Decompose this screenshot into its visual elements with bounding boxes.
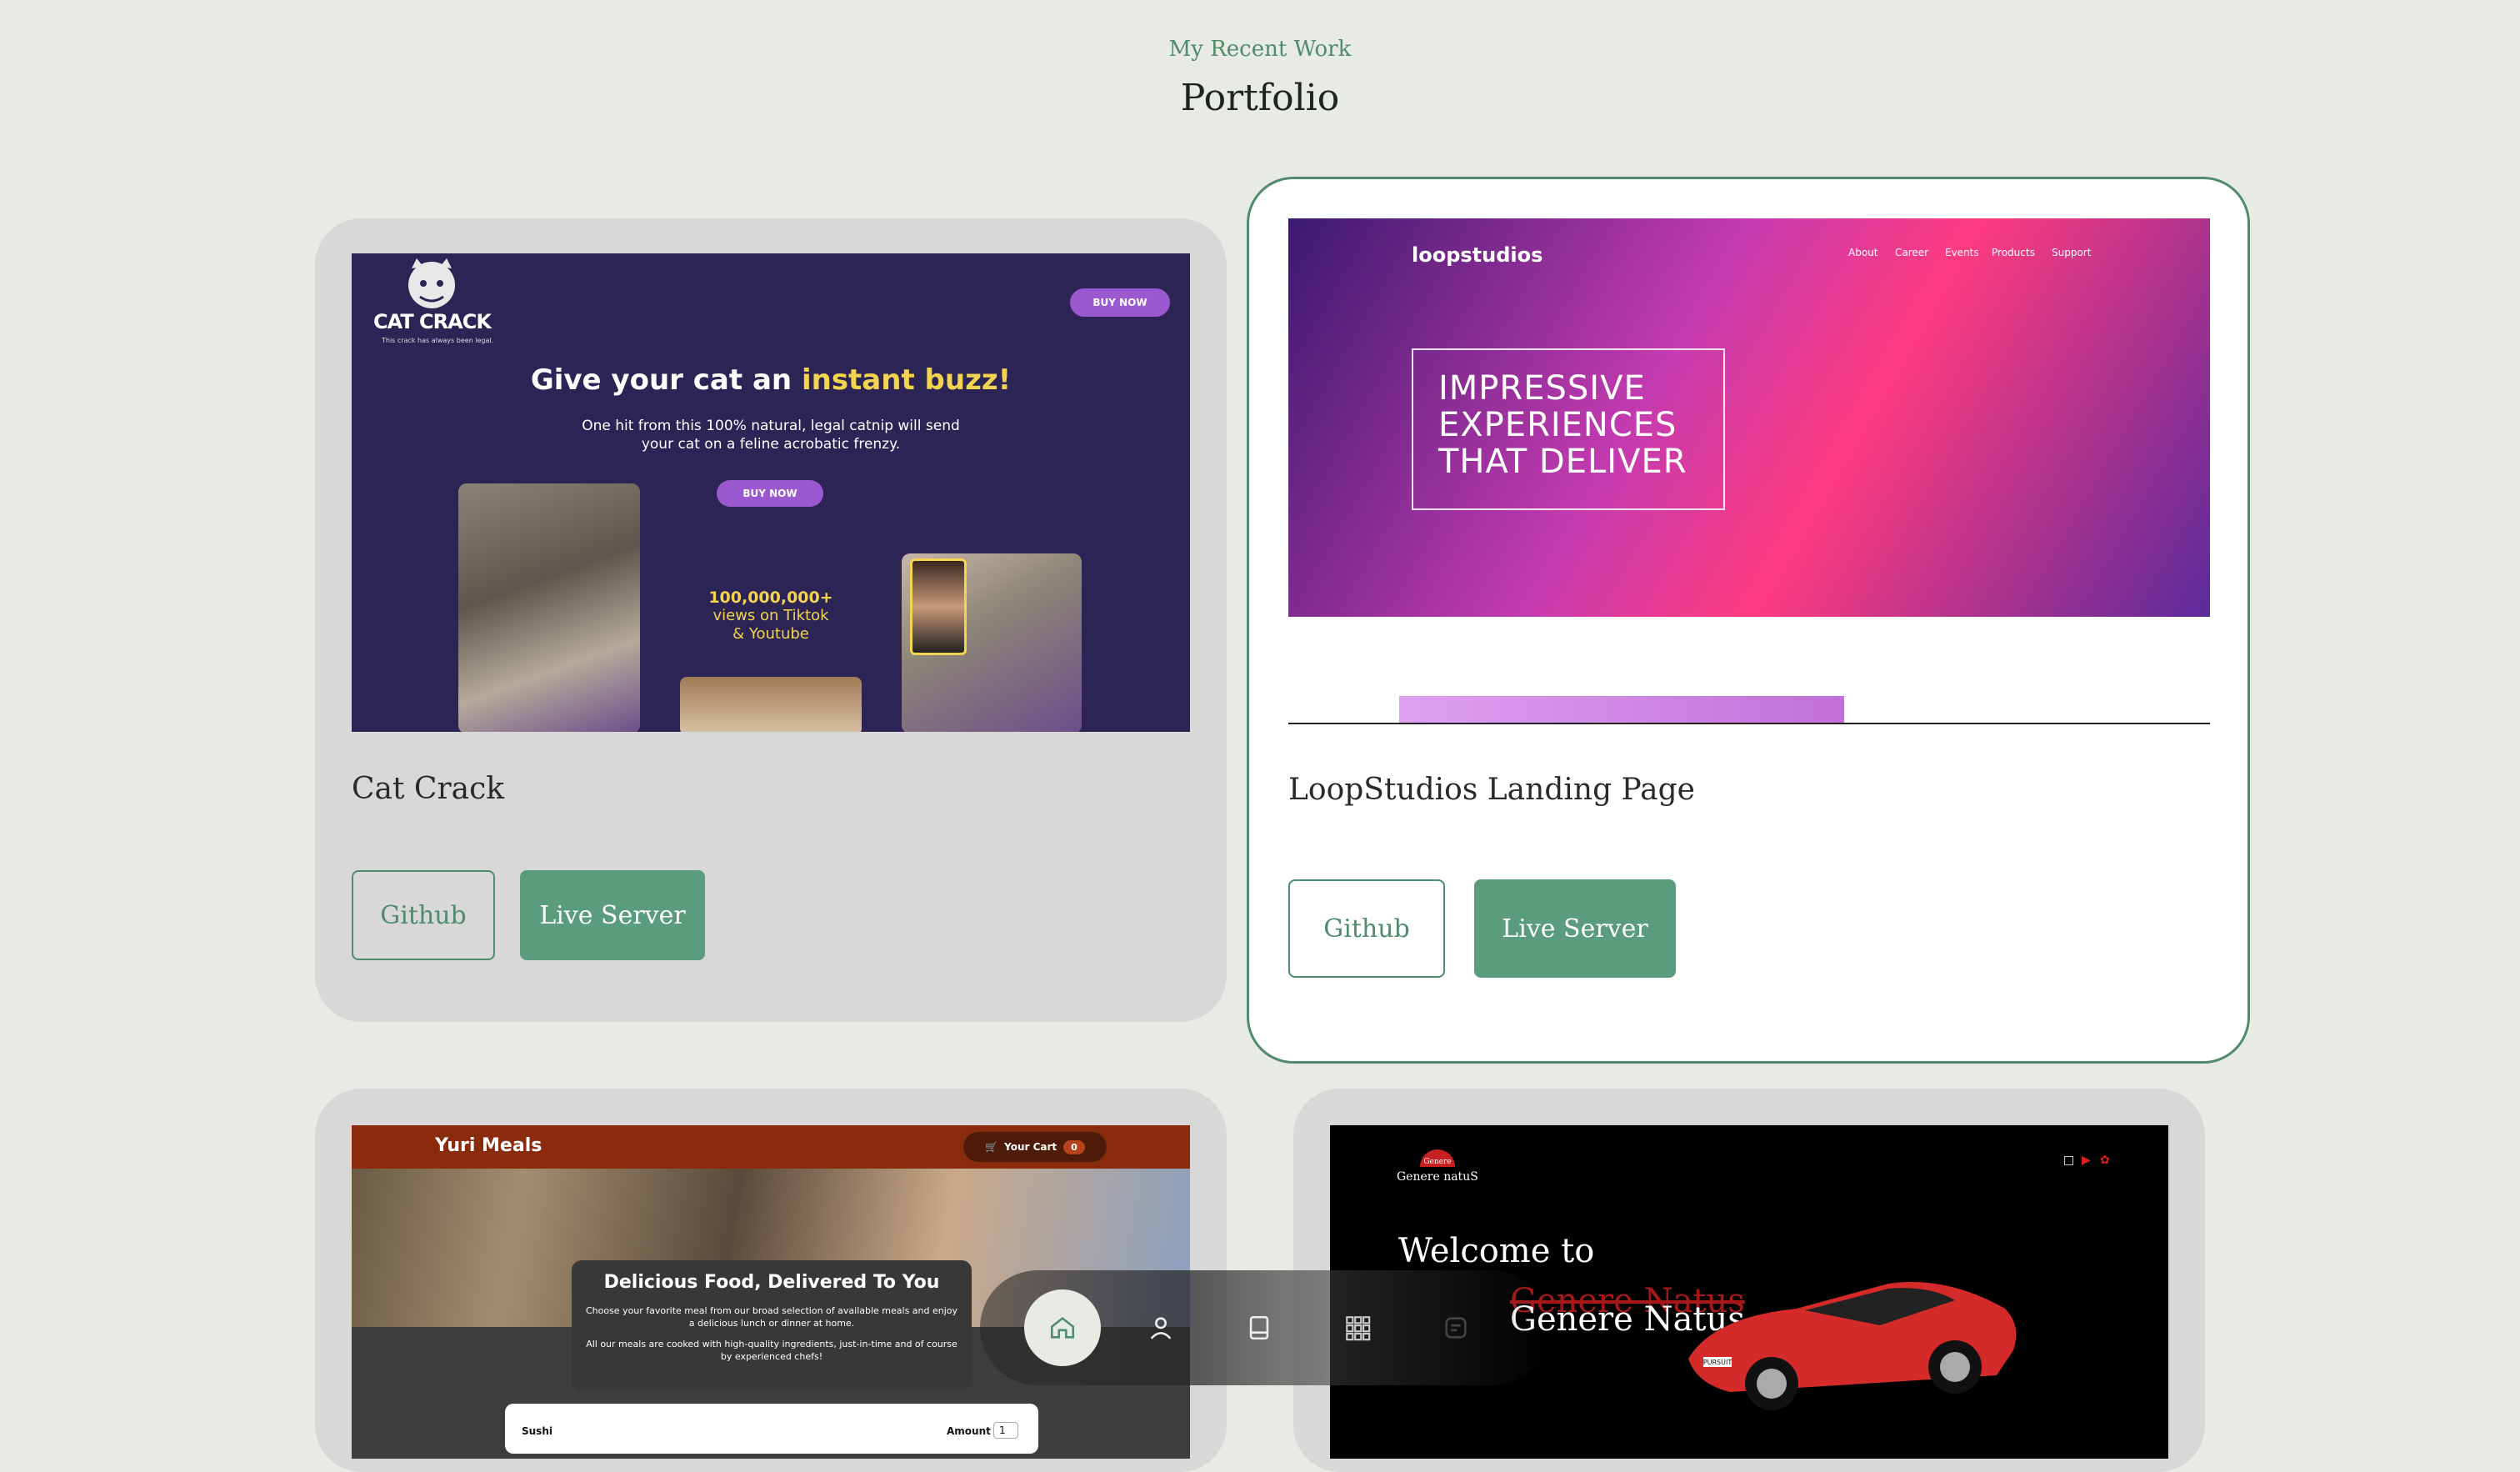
project-card-cat-crack: CAT CRACK This crack has always been leg… <box>315 218 1227 1022</box>
hero-line-3: THAT DELIVER <box>1438 443 1688 481</box>
github-button[interactable]: Github <box>1288 879 1445 978</box>
welcome-text: Welcome to <box>1398 1232 1595 1270</box>
cart-count-badge: 0 <box>1063 1139 1085 1154</box>
views-line-1: views on Tiktok <box>712 607 829 624</box>
project-preview-image: loopstudios About Career Events Products… <box>1288 218 2210 617</box>
nav-support[interactable]: Support <box>2052 247 2091 258</box>
cat-photo-left <box>458 483 640 732</box>
project-preview-image: CAT CRACK This crack has always been leg… <box>352 253 1190 732</box>
preview-lower-strip <box>1399 696 1844 724</box>
project-card-loopstudios: loopstudios About Career Events Products… <box>1247 177 2250 1064</box>
hero-headline-box: IMPRESSIVE EXPERIENCES THAT DELIVER <box>1412 348 1725 510</box>
nav-portfolio-button[interactable] <box>1319 1289 1396 1366</box>
views-line-2: & Youtube <box>732 625 809 643</box>
nav-contact-button[interactable] <box>1418 1289 1494 1366</box>
project-title: Cat Crack <box>352 772 505 806</box>
project-title: LoopStudios Landing Page <box>1288 773 1695 807</box>
nav-about[interactable]: About <box>1848 247 1878 258</box>
youtube-icon[interactable]: ▶ <box>2082 1154 2091 1167</box>
nav-career[interactable]: Career <box>1895 247 1928 258</box>
github-button[interactable]: Github <box>352 870 495 960</box>
your-cart-button[interactable]: 🛒 Your Cart 0 <box>963 1132 1107 1162</box>
hero-line-2: EXPERIENCES <box>1438 406 1678 444</box>
red-sports-car-image: PURSUIT <box>1688 1282 2017 1410</box>
amount-input[interactable]: 1 <box>993 1422 1018 1439</box>
genere-natus-logo: Genere Genere natuS <box>1397 1145 1478 1184</box>
preview-lower-line <box>1288 723 2210 724</box>
loopstudios-logo: loopstudios <box>1412 243 1543 267</box>
headline-text: Give your cat an <box>530 363 792 397</box>
subtext-line-1: One hit from this 100% natural, legal ca… <box>582 418 960 434</box>
views-count: 100,000,000+ <box>708 588 833 607</box>
instagram-icon[interactable]: □ <box>2063 1154 2074 1167</box>
summary-text-1: Choose your favorite meal from our broad… <box>585 1305 958 1329</box>
user-icon <box>1150 1317 1172 1339</box>
book-icon <box>1249 1315 1269 1340</box>
floating-nav-dock <box>980 1270 1550 1385</box>
nav-about-button[interactable] <box>1122 1289 1199 1366</box>
cat-crack-logo: CAT CRACK This crack has always been leg… <box>370 257 495 348</box>
views-stat: 100,000,000+ views on Tiktok & Youtube <box>685 588 857 643</box>
amount-label: Amount <box>947 1425 991 1437</box>
logo-emblem-icon: Genere <box>1419 1149 1455 1167</box>
cart-label: Your Cart <box>1004 1141 1058 1153</box>
nav-products[interactable]: Products <box>1992 247 2035 258</box>
video-face-thumbnail <box>910 558 967 655</box>
home-icon <box>1050 1317 1075 1339</box>
nav-events[interactable]: Events <box>1945 247 1979 258</box>
meal-name: Sushi <box>522 1425 552 1437</box>
cat-logo-icon <box>408 258 455 308</box>
nav-home-button[interactable] <box>1024 1289 1101 1366</box>
section-title: Portfolio <box>1180 77 1340 119</box>
live-server-button[interactable]: Live Server <box>1474 879 1676 978</box>
twitter-icon[interactable]: ✿ <box>2100 1154 2110 1167</box>
summary-text-2: All our meals are cooked with high-quali… <box>586 1339 958 1362</box>
headline-highlight: instant buzz! <box>801 363 1012 397</box>
cat-crack-logo-text: CAT CRACK <box>373 310 492 333</box>
cat-crack-subtext: One hit from this 100% natural, legal ca… <box>352 417 1190 453</box>
live-server-button[interactable]: Live Server <box>520 870 705 960</box>
logo-emblem-text: Genere <box>1423 1158 1451 1166</box>
hero-line-1: IMPRESSIVE <box>1438 369 1646 408</box>
buy-now-button-top[interactable]: BUY NOW <box>1070 288 1170 317</box>
cart-icon: 🛒 <box>985 1141 998 1153</box>
summary-panel: Delicious Food, Delivered To You Choose … <box>572 1260 972 1390</box>
subtext-line-2: your cat on a feline acrobatic frenzy. <box>641 436 901 453</box>
cat-photo-right <box>902 553 1082 732</box>
summary-title: Delicious Food, Delivered To You <box>603 1272 940 1293</box>
section-eyebrow: My Recent Work <box>1168 37 1352 62</box>
nav-experience-button[interactable] <box>1221 1289 1298 1366</box>
cat-crack-headline: Give your cat an instant buzz! <box>352 363 1190 397</box>
license-plate-text: PURSUIT <box>1703 1359 1732 1366</box>
buy-now-button-center[interactable]: BUY NOW <box>717 480 823 507</box>
cat-crack-tagline: This crack has always been legal. <box>382 337 494 344</box>
cat-photo-bottom <box>680 677 862 732</box>
message-icon <box>1445 1317 1467 1339</box>
yuri-meals-logo: Yuri Meals <box>435 1135 542 1156</box>
meal-list: Sushi Amount 1 <box>505 1404 1038 1454</box>
grid-icon <box>1346 1316 1371 1341</box>
logo-text: Genere natuS <box>1397 1170 1478 1184</box>
